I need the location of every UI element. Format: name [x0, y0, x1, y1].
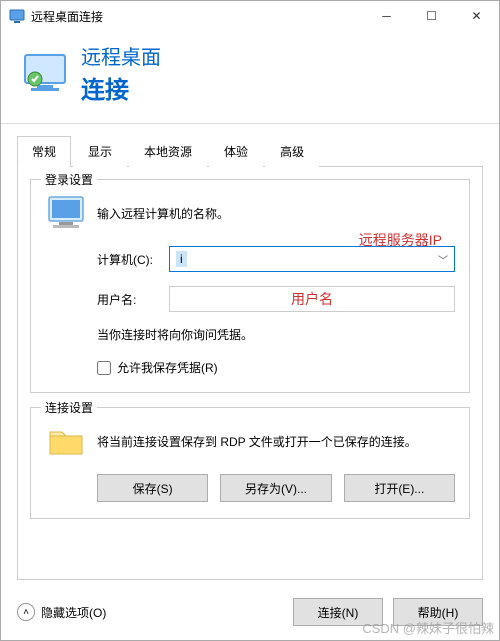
titlebar-title: 远程桌面连接: [31, 8, 364, 25]
window-controls: ─ ☐ ✕: [364, 1, 499, 31]
header-text: 远程桌面 连接: [81, 41, 161, 105]
credentials-hint: 当你连接时将向你询问凭据。: [97, 326, 455, 343]
save-button[interactable]: 保存(S): [97, 474, 208, 502]
login-intro-row: 输入远程计算机的名称。: [45, 192, 455, 234]
conn-desc-row: 将当前连接设置保存到 RDP 文件或打开一个已保存的连接。: [45, 420, 455, 462]
tab-strip: 常规 显示 本地资源 体验 高级: [1, 124, 499, 167]
header-line2: 连接: [81, 70, 161, 105]
header-line1: 远程桌面: [81, 41, 161, 70]
rdp-window: 远程桌面连接 ─ ☐ ✕ 远程桌面 连接 常规 显示 本地资源 体验 高级: [0, 0, 500, 641]
annotation-username: 用户名: [291, 289, 333, 309]
login-group-title: 登录设置: [41, 171, 97, 188]
login-intro-text: 输入远程计算机的名称。: [97, 205, 455, 222]
tab-experience[interactable]: 体验: [209, 136, 263, 167]
folder-icon: [45, 420, 87, 462]
conn-group-title: 连接设置: [41, 399, 97, 416]
rdp-icon: [21, 49, 69, 97]
username-field[interactable]: 用户名: [169, 286, 455, 312]
login-settings-group: 登录设置 输入远程计算机的名称。 计算机(C): i ﹀: [30, 179, 470, 393]
tab-content: 登录设置 输入远程计算机的名称。 计算机(C): i ﹀: [17, 166, 483, 580]
tab-advanced[interactable]: 高级: [265, 136, 319, 167]
save-credentials-label: 允许我保存凭据(R): [117, 359, 218, 376]
titlebar: 远程桌面连接 ─ ☐ ✕: [1, 1, 499, 31]
save-credentials-row: 允许我保存凭据(R): [97, 359, 455, 376]
app-icon: [9, 8, 25, 24]
open-button[interactable]: 打开(E)...: [344, 474, 455, 502]
tab-local-resources[interactable]: 本地资源: [129, 136, 207, 167]
save-as-button[interactable]: 另存为(V)...: [220, 474, 331, 502]
save-credentials-checkbox[interactable]: [97, 361, 111, 375]
connection-settings-group: 连接设置 将当前连接设置保存到 RDP 文件或打开一个已保存的连接。 保存(S)…: [30, 407, 470, 519]
tab-display[interactable]: 显示: [73, 136, 127, 167]
computer-icon: [45, 192, 87, 234]
annotation-remote-ip: 远程服务器IP: [359, 230, 442, 250]
maximize-button[interactable]: ☐: [409, 1, 454, 31]
chevron-up-icon: ˄: [17, 603, 35, 621]
username-label: 用户名:: [97, 291, 169, 308]
tab-general[interactable]: 常规: [17, 136, 71, 167]
chevron-down-icon: ﹀: [438, 252, 448, 267]
conn-button-row: 保存(S) 另存为(V)... 打开(E)...: [97, 474, 455, 502]
watermark: CSDN @辣妹子很怕辣: [362, 618, 494, 637]
computer-label: 计算机(C):: [97, 251, 169, 268]
hide-options-label: 隐藏选项(O): [41, 604, 106, 621]
header-banner: 远程桌面 连接: [1, 31, 499, 124]
conn-desc: 将当前连接设置保存到 RDP 文件或打开一个已保存的连接。: [97, 433, 455, 450]
close-button[interactable]: ✕: [454, 1, 499, 31]
username-row: 用户名: 用户名: [97, 286, 455, 312]
computer-value: i: [176, 251, 187, 267]
hide-options[interactable]: ˄ 隐藏选项(O): [17, 603, 283, 621]
minimize-button[interactable]: ─: [364, 1, 409, 31]
